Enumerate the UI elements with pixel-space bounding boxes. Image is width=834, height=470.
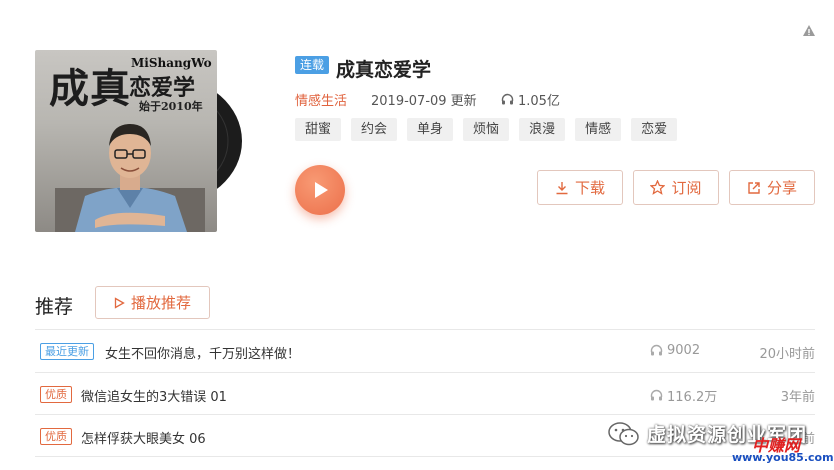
- cover-brand: MiShangWo: [131, 56, 212, 70]
- track-plays-value: 116.2万: [667, 390, 718, 405]
- tag-item[interactable]: 约会: [351, 118, 398, 141]
- quality-badge: 优质: [40, 386, 72, 403]
- track-time: 3年前: [780, 390, 815, 405]
- tag-item[interactable]: 浪漫: [519, 118, 566, 141]
- subscribe-label: 订阅: [671, 179, 702, 197]
- album-title: 成真恋爱学: [336, 59, 432, 81]
- play-recommend-label: 播放推荐: [130, 294, 191, 312]
- track-title[interactable]: 怎样俘获大眼美女 06: [81, 428, 206, 447]
- list-item[interactable]: 优质 微信追女生的3大错误 01 116.2万 3年前: [35, 373, 815, 415]
- cover-title: 成真: [49, 65, 131, 112]
- share-label: 分享: [766, 179, 797, 197]
- tag-item[interactable]: 烦恼: [463, 118, 510, 141]
- track-time: 20小时前: [759, 347, 815, 362]
- album-plays-value: 1.05亿: [518, 94, 560, 109]
- track-play-count: 9002: [650, 343, 700, 358]
- headphones-icon: [501, 93, 514, 105]
- recent-update-badge: 最近更新: [40, 343, 94, 360]
- tag-list: 甜蜜 约会 单身 烦恼 浪漫 情感 恋爱: [295, 118, 678, 141]
- share-icon: [748, 181, 760, 194]
- download-button[interactable]: 下载: [537, 170, 623, 205]
- track-title[interactable]: 微信追女生的3大错误 01: [81, 386, 227, 405]
- track-plays-value: 9002: [667, 343, 701, 358]
- watermark-url: www.you85.com: [732, 451, 834, 464]
- play-icon: [315, 182, 328, 198]
- tag-item[interactable]: 单身: [407, 118, 454, 141]
- play-button[interactable]: [295, 165, 345, 215]
- album-play-count: 1.05亿: [501, 90, 560, 109]
- headphones-icon: [650, 389, 663, 401]
- report-icon[interactable]: [802, 24, 816, 38]
- track-title[interactable]: 女生不回你消息，千万别这样做！: [105, 343, 300, 362]
- star-icon: [650, 180, 666, 195]
- tag-item[interactable]: 恋爱: [631, 118, 678, 141]
- recommend-title: 推荐: [35, 296, 74, 318]
- wechat-icon: [608, 421, 639, 445]
- headphones-icon: [650, 344, 663, 356]
- tag-item[interactable]: 情感: [575, 118, 622, 141]
- serial-badge: 连载: [295, 56, 330, 74]
- host-portrait: [55, 124, 205, 232]
- update-date: 2019-07-09 更新: [371, 94, 477, 109]
- divider: [35, 456, 815, 457]
- album-cover[interactable]: 成真 MiShangWo 恋爱学 始于2010年: [35, 50, 217, 232]
- track-play-count: 116.2万: [650, 386, 717, 405]
- play-recommend-button[interactable]: 播放推荐: [95, 286, 210, 319]
- tag-item[interactable]: 甜蜜: [295, 118, 342, 141]
- category-link[interactable]: 情感生活: [295, 90, 347, 109]
- download-icon: [556, 181, 568, 194]
- download-label: 下载: [574, 179, 605, 197]
- subscribe-button[interactable]: 订阅: [633, 170, 719, 205]
- list-item[interactable]: 最近更新 女生不回你消息，千万别这样做！ 9002 20小时前: [35, 330, 815, 372]
- quality-badge: 优质: [40, 428, 72, 445]
- share-button[interactable]: 分享: [729, 170, 815, 205]
- play-outline-icon: [114, 296, 125, 309]
